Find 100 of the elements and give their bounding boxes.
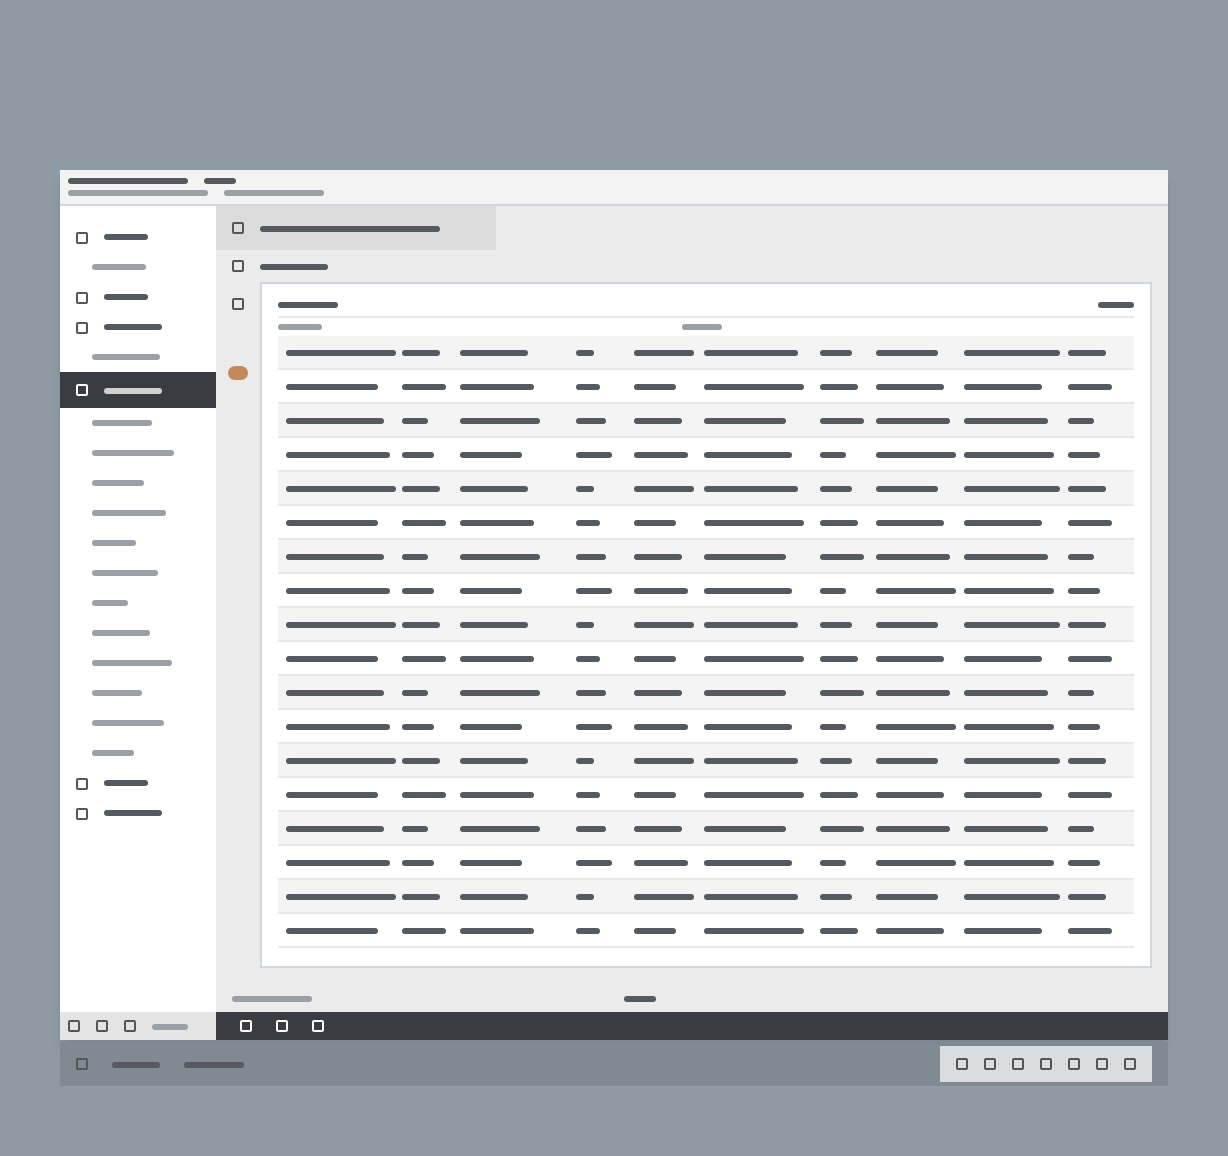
table-cell bbox=[703, 349, 798, 355]
table-cell bbox=[459, 655, 534, 661]
square-icon[interactable] bbox=[76, 321, 88, 333]
table-cell bbox=[633, 451, 688, 457]
table-cell bbox=[819, 519, 858, 525]
table-cell bbox=[1068, 757, 1107, 763]
table-cell bbox=[963, 723, 1054, 729]
table-cell bbox=[459, 723, 522, 729]
table-cell bbox=[459, 519, 534, 525]
blurred-text bbox=[152, 1023, 188, 1029]
table-cell bbox=[575, 859, 612, 865]
table-cell bbox=[703, 485, 798, 491]
table-cell bbox=[633, 723, 688, 729]
table-cell bbox=[1068, 621, 1107, 627]
square-icon[interactable] bbox=[76, 291, 88, 303]
table-cell bbox=[459, 825, 540, 831]
table-cell bbox=[633, 383, 676, 389]
table-cell bbox=[963, 927, 1042, 933]
table-cell bbox=[819, 417, 864, 423]
table-cell bbox=[575, 485, 594, 491]
table-cell bbox=[401, 383, 446, 389]
table-cell bbox=[1068, 451, 1101, 457]
table-cell bbox=[963, 553, 1048, 559]
table-cell bbox=[286, 621, 396, 627]
table-cell bbox=[1068, 893, 1107, 899]
table-cell bbox=[703, 553, 786, 559]
table-cell bbox=[459, 859, 522, 865]
table-cell bbox=[286, 723, 390, 729]
table-cell bbox=[819, 451, 846, 457]
table-cell bbox=[401, 485, 440, 491]
table-cell bbox=[1068, 383, 1113, 389]
sidebar-item[interactable] bbox=[60, 372, 216, 408]
table-cell bbox=[876, 723, 957, 729]
table-cell bbox=[876, 791, 945, 797]
table-cell bbox=[575, 723, 612, 729]
table-cell bbox=[1068, 927, 1113, 933]
table-cell bbox=[286, 383, 378, 389]
table-cell bbox=[286, 451, 390, 457]
table-cell bbox=[963, 349, 1060, 355]
table-cell bbox=[1068, 553, 1095, 559]
table-cell bbox=[401, 757, 440, 763]
table-cell bbox=[633, 349, 694, 355]
table-cell bbox=[633, 825, 682, 831]
blurred-text bbox=[92, 570, 158, 576]
table-cell bbox=[401, 791, 446, 797]
table-cell bbox=[963, 825, 1048, 831]
table-cell bbox=[286, 927, 378, 933]
table-cell bbox=[575, 587, 612, 593]
table-cell bbox=[963, 621, 1060, 627]
blurred-text bbox=[104, 294, 148, 300]
table-cell bbox=[401, 893, 440, 899]
table-cell bbox=[703, 893, 798, 899]
table-cell bbox=[575, 349, 594, 355]
table-cell bbox=[633, 791, 676, 797]
table-cell bbox=[633, 587, 688, 593]
blurred-text bbox=[682, 324, 722, 330]
table-cell bbox=[819, 655, 858, 661]
square-icon[interactable] bbox=[76, 777, 88, 789]
table-cell bbox=[633, 927, 676, 933]
table-cell bbox=[819, 825, 864, 831]
blurred-text bbox=[184, 1061, 244, 1067]
blurred-text bbox=[68, 190, 208, 196]
blurred-text bbox=[232, 995, 312, 1001]
table-cell bbox=[876, 519, 945, 525]
table-cell bbox=[1068, 791, 1113, 797]
table-cell bbox=[401, 825, 428, 831]
table-cell bbox=[819, 723, 846, 729]
blurred-text bbox=[92, 510, 166, 516]
table-cell bbox=[819, 587, 846, 593]
table-cell bbox=[876, 825, 951, 831]
table-cell bbox=[703, 519, 804, 525]
blurred-text bbox=[278, 324, 322, 330]
table-cell bbox=[876, 553, 951, 559]
table-cell bbox=[963, 451, 1054, 457]
table-cell bbox=[819, 757, 852, 763]
blurred-text bbox=[104, 234, 148, 240]
table-cell bbox=[459, 893, 528, 899]
table-cell bbox=[633, 689, 682, 695]
table-cell bbox=[1068, 689, 1095, 695]
blurred-text bbox=[92, 420, 152, 426]
table-cell bbox=[459, 451, 522, 457]
table-cell bbox=[459, 383, 534, 389]
table-cell bbox=[963, 791, 1042, 797]
table-cell bbox=[876, 587, 957, 593]
table-cell bbox=[401, 723, 434, 729]
table-cell bbox=[876, 451, 957, 457]
table-cell bbox=[286, 553, 384, 559]
table-cell bbox=[876, 383, 945, 389]
square-icon[interactable] bbox=[76, 231, 88, 243]
table-cell bbox=[401, 927, 446, 933]
table-cell bbox=[1068, 417, 1095, 423]
square-icon[interactable] bbox=[76, 807, 88, 819]
table-cell bbox=[703, 859, 792, 865]
table-cell bbox=[1068, 723, 1101, 729]
table-cell bbox=[459, 587, 522, 593]
table-cell bbox=[963, 417, 1048, 423]
table-cell bbox=[876, 757, 939, 763]
table-cell bbox=[819, 383, 858, 389]
blurred-text bbox=[1098, 301, 1134, 307]
table-cell bbox=[703, 655, 804, 661]
